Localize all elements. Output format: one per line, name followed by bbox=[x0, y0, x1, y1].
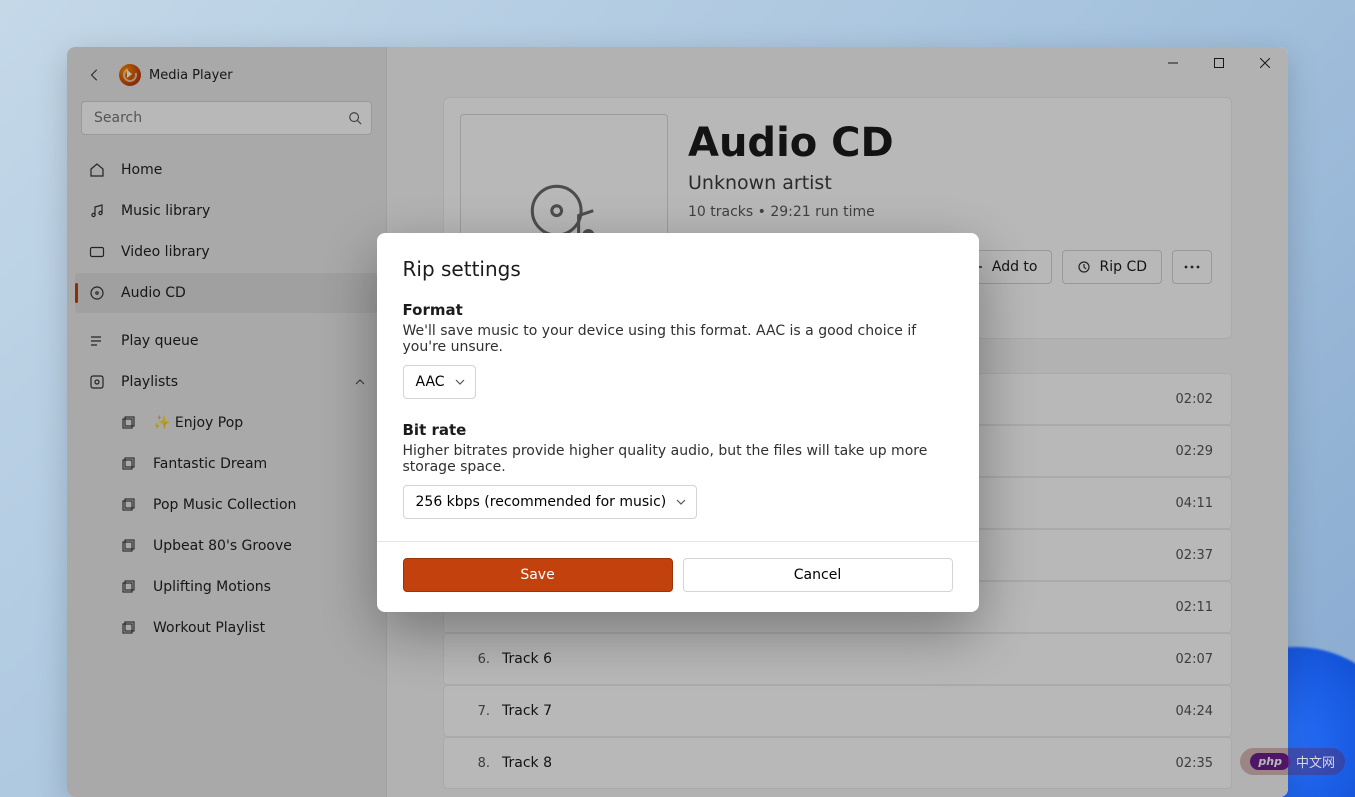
dialog-footer: Save Cancel bbox=[377, 541, 979, 612]
save-button[interactable]: Save bbox=[403, 558, 673, 592]
format-desc: We'll save music to your device using th… bbox=[403, 323, 953, 355]
bitrate-desc: Higher bitrates provide higher quality a… bbox=[403, 443, 953, 475]
dropdown-value: 256 kbps (recommended for music) bbox=[416, 494, 667, 510]
format-dropdown[interactable]: AAC bbox=[403, 365, 476, 399]
bitrate-dropdown[interactable]: 256 kbps (recommended for music) bbox=[403, 485, 698, 519]
modal-overlay[interactable]: Rip settings Format We'll save music to … bbox=[67, 47, 1288, 797]
button-label: Cancel bbox=[794, 567, 841, 583]
button-label: Save bbox=[520, 567, 554, 583]
dropdown-value: AAC bbox=[416, 374, 445, 390]
cancel-button[interactable]: Cancel bbox=[683, 558, 953, 592]
bitrate-label: Bit rate bbox=[403, 421, 953, 439]
app-window: Media Player Home Music library Video li bbox=[67, 47, 1288, 797]
format-label: Format bbox=[403, 301, 953, 319]
watermark-text: 中文网 bbox=[1296, 752, 1335, 771]
chevron-down-icon bbox=[676, 497, 686, 507]
rip-settings-dialog: Rip settings Format We'll save music to … bbox=[377, 233, 979, 612]
chevron-down-icon bbox=[455, 377, 465, 387]
dialog-title: Rip settings bbox=[403, 257, 953, 281]
